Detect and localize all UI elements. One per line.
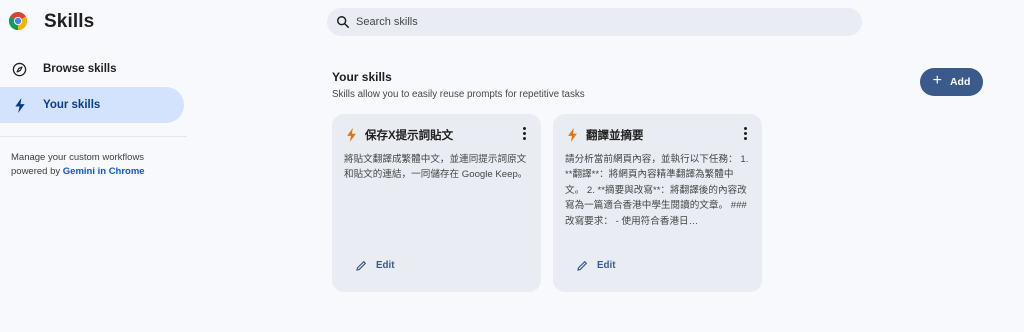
sidebar-item-label: Browse skills	[43, 63, 117, 75]
section-title: Your skills	[332, 70, 392, 84]
plus-icon: +	[932, 72, 942, 89]
chrome-icon	[9, 12, 27, 30]
app-title: Skills	[44, 11, 95, 32]
search-input[interactable]	[356, 16, 816, 28]
edit-skill-button[interactable]: Edit	[577, 260, 616, 271]
skill-card-description: 將貼文翻譯成繁體中文，並連同提示詞原文和貼文的連結，一同儲存在 Google K…	[344, 154, 528, 181]
skill-card: 保存X提示詞貼文 將貼文翻譯成繁體中文，並連同提示詞原文和貼文的連結，一同儲存在…	[332, 114, 541, 292]
search-icon	[337, 16, 350, 29]
bolt-icon	[568, 128, 577, 142]
skill-card-title: 保存X提示詞貼文	[365, 130, 454, 142]
gemini-in-chrome-link[interactable]: Gemini in Chrome	[63, 166, 145, 177]
sidebar-item-your-skills[interactable]: Your skills	[0, 87, 184, 123]
section-subtitle: Skills allow you to easily reuse prompts…	[332, 89, 585, 100]
skill-card-title: 翻譯並摘要	[586, 130, 644, 142]
compass-icon	[12, 62, 27, 77]
edit-skill-button[interactable]: Edit	[356, 260, 395, 271]
bolt-icon	[12, 97, 27, 113]
sidebar-divider	[0, 136, 187, 137]
sidebar-note: Manage your custom workflows powered by …	[11, 152, 145, 177]
search-bar[interactable]	[327, 8, 862, 36]
skill-card-description: 請分析當前網頁內容，並執行以下任務： 1. **翻譯**：將網頁內容精準翻譯為繁…	[565, 154, 749, 227]
add-skill-button[interactable]: + Add	[920, 68, 983, 96]
skill-card: 翻譯並摘要 請分析當前網頁內容，並執行以下任務： 1. **翻譯**：將網頁內容…	[553, 114, 762, 292]
sidebar-item-browse-skills[interactable]: Browse skills	[0, 51, 184, 87]
more-options-icon[interactable]	[742, 127, 748, 141]
bolt-icon	[347, 128, 356, 142]
pencil-icon	[577, 261, 587, 271]
more-options-icon[interactable]	[521, 127, 527, 141]
sidebar-item-label: Your skills	[43, 99, 101, 111]
pencil-icon	[356, 261, 366, 271]
